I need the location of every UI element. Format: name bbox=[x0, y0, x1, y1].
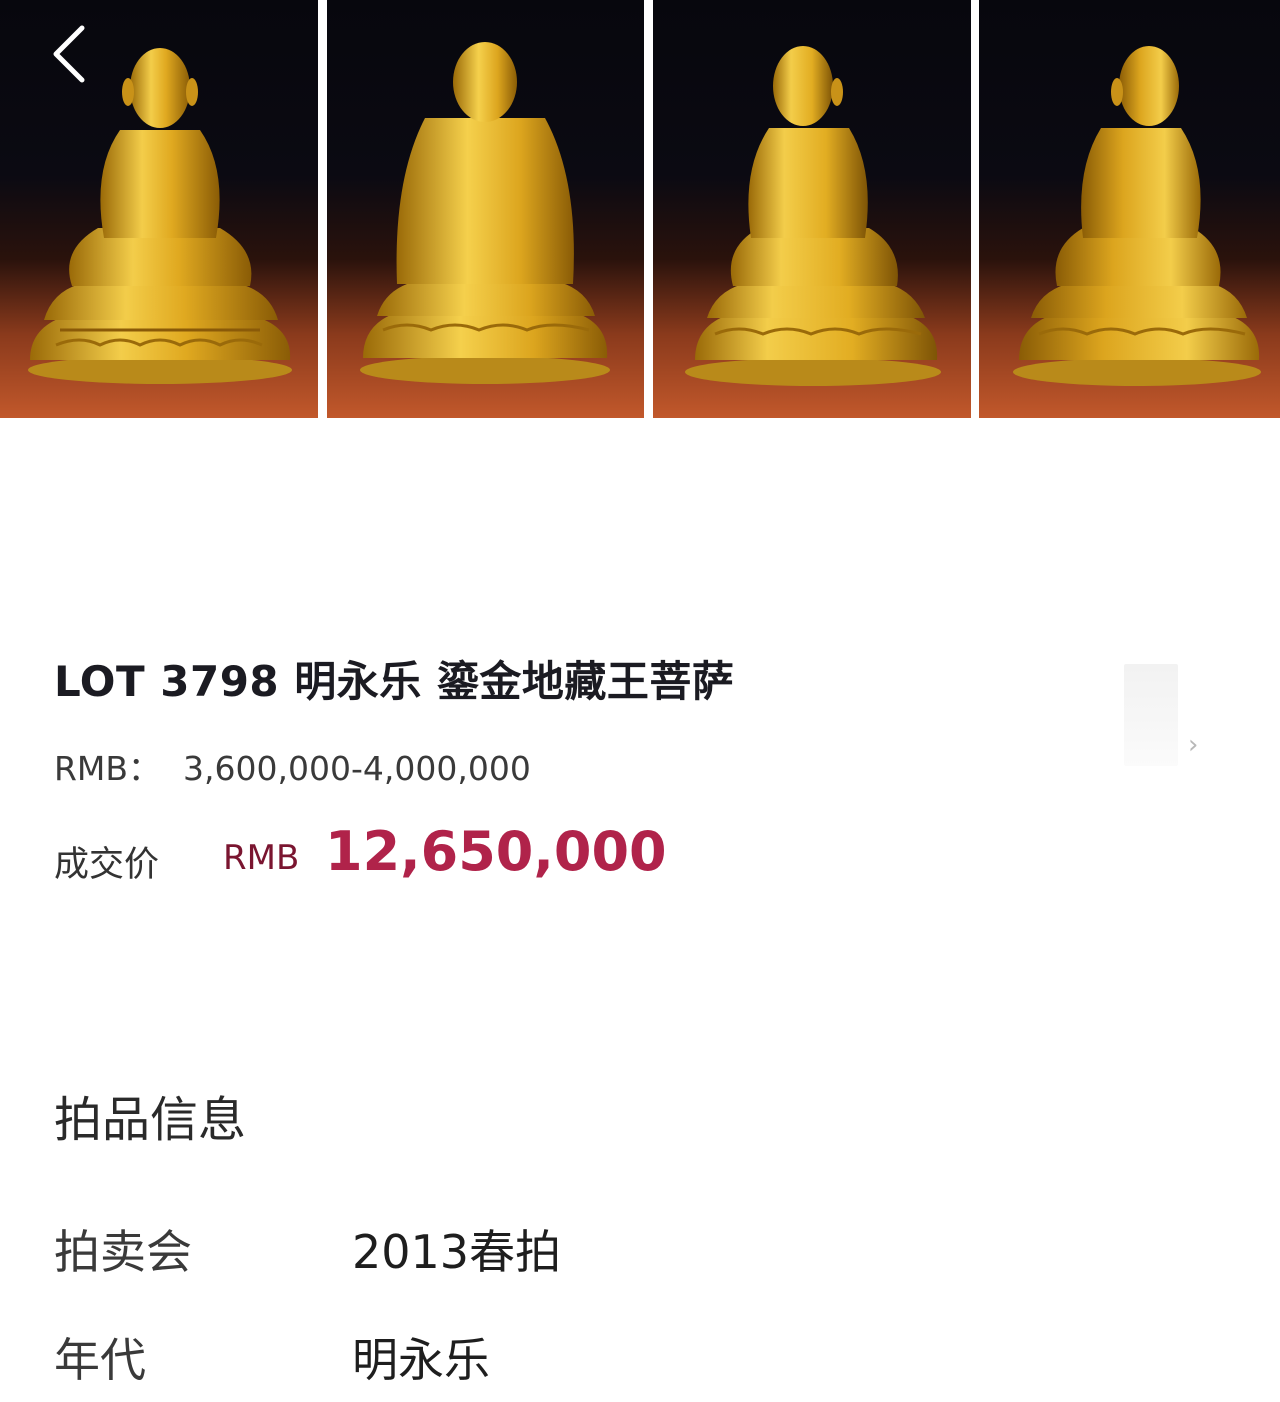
statue-photo-side-right[interactable] bbox=[979, 0, 1280, 418]
gilt-statue-image bbox=[360, 42, 610, 384]
gilt-statue-image bbox=[685, 46, 941, 386]
estimate-label: RMB： bbox=[54, 749, 162, 788]
image-gallery[interactable] bbox=[0, 0, 1280, 418]
estimate-row: RMB： 3,600,000-4,000,000 bbox=[54, 742, 531, 790]
sale-price-value: 12,650,000 bbox=[325, 820, 667, 883]
back-button[interactable] bbox=[38, 20, 100, 88]
statue-photo-back[interactable] bbox=[327, 0, 644, 418]
info-value: 明永乐 bbox=[352, 1333, 490, 1387]
info-label: 拍卖会 bbox=[54, 1225, 192, 1279]
sale-price-currency: RMB bbox=[223, 838, 300, 878]
side-action-placeholder[interactable] bbox=[1124, 664, 1178, 766]
gilt-statue-image bbox=[1013, 46, 1261, 386]
info-row-auction: 拍卖会 2013春拍 bbox=[54, 1216, 854, 1279]
side-action-icon[interactable]: › bbox=[1188, 730, 1198, 760]
sale-price-label: 成交价 bbox=[54, 845, 160, 885]
info-label: 年代 bbox=[54, 1333, 146, 1387]
section-title-lot-info: 拍品信息 bbox=[54, 1092, 247, 1148]
statue-photo-side-left[interactable] bbox=[653, 0, 971, 418]
lot-title: LOT 3798 明永乐 鎏金地藏王菩萨 bbox=[54, 657, 735, 706]
chevron-left-icon bbox=[53, 25, 85, 83]
estimate-value: 3,600,000-4,000,000 bbox=[183, 749, 531, 788]
info-value: 2013春拍 bbox=[352, 1225, 562, 1279]
info-row-period: 年代 明永乐 bbox=[54, 1324, 854, 1387]
